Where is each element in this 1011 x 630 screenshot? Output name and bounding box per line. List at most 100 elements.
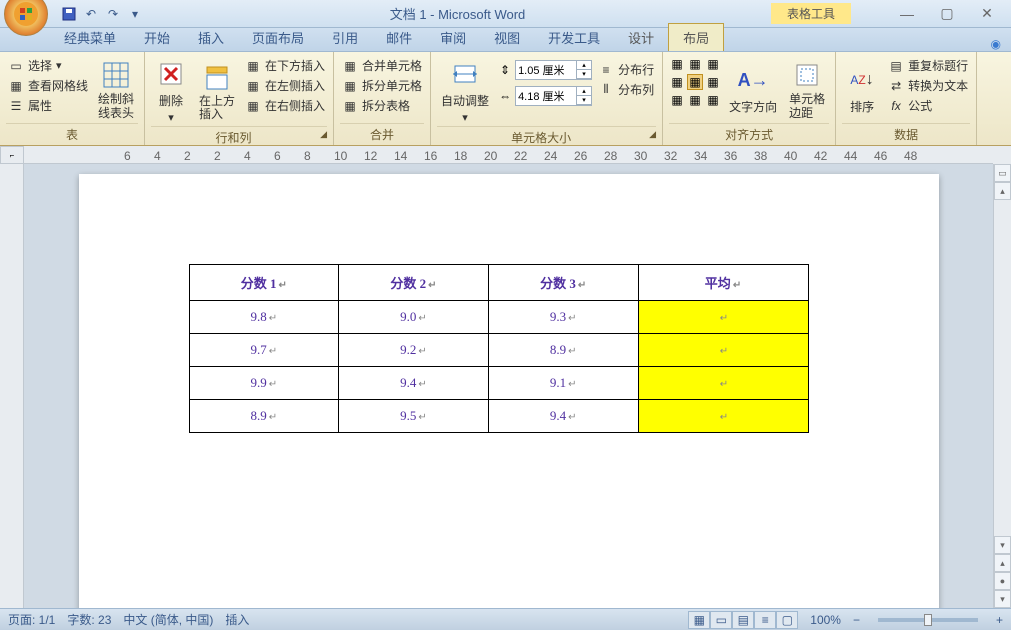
ruler-corner[interactable]: ⌐: [0, 146, 24, 164]
outline-view-icon[interactable]: ≡: [754, 611, 776, 629]
table-cell[interactable]: ↵: [638, 400, 808, 433]
language[interactable]: 中文 (简体, 中国): [123, 611, 213, 628]
width-up[interactable]: ▴: [577, 87, 591, 96]
browse-object-icon[interactable]: ●: [994, 572, 1011, 590]
page-count[interactable]: 页面: 1/1: [8, 611, 55, 628]
minimize-button[interactable]: —: [891, 4, 923, 24]
tab-review[interactable]: 审阅: [426, 24, 480, 51]
vertical-scrollbar[interactable]: ▭ ▴ ▾ ▴ ● ▾: [993, 164, 1011, 608]
scroll-down-icon[interactable]: ▾: [994, 536, 1011, 554]
maximize-button[interactable]: ▢: [931, 4, 963, 24]
align-tr-icon[interactable]: ▦: [705, 56, 721, 72]
table-cell[interactable]: 9.4↵: [488, 400, 638, 433]
zoom-level[interactable]: 100%: [810, 613, 841, 627]
cell-margins-button[interactable]: 单元格边距: [785, 56, 829, 123]
table-header[interactable]: 分数 1↵: [189, 265, 339, 301]
cell-size-launcher[interactable]: ◢: [649, 129, 656, 140]
convert-button[interactable]: ⇄转换为文本: [886, 76, 970, 95]
col-width-input[interactable]: ▴▾: [515, 86, 592, 106]
horizontal-ruler[interactable]: 6422468101214161820222426283032343638404…: [24, 146, 993, 164]
tab-design[interactable]: 设计: [614, 24, 668, 51]
tab-insert[interactable]: 插入: [184, 24, 238, 51]
distribute-rows-button[interactable]: ≡分布行: [596, 60, 656, 79]
help-icon[interactable]: ◉: [991, 37, 1001, 51]
align-mc-icon[interactable]: ▦: [687, 74, 703, 90]
draft-view-icon[interactable]: ▢: [776, 611, 798, 629]
table-cell[interactable]: 8.9↵: [189, 400, 339, 433]
draw-diagonal-button[interactable]: 绘制斜线表头: [94, 56, 138, 123]
table-row[interactable]: 8.9↵9.5↵9.4↵↵: [189, 400, 808, 433]
align-tl-icon[interactable]: ▦: [669, 56, 685, 72]
tab-mailings[interactable]: 邮件: [372, 24, 426, 51]
view-gridlines-button[interactable]: ▦查看网格线: [6, 76, 90, 95]
zoom-out-button[interactable]: −: [853, 613, 860, 627]
delete-button[interactable]: 删除▾: [151, 56, 191, 126]
merge-cells-button[interactable]: ▦合并单元格: [340, 56, 424, 75]
word-count[interactable]: 字数: 23: [67, 611, 111, 628]
insert-mode[interactable]: 插入: [225, 611, 249, 628]
split-cells-button[interactable]: ▦拆分单元格: [340, 76, 424, 95]
table-row[interactable]: 9.8↵9.0↵9.3↵↵: [189, 301, 808, 334]
tab-layout[interactable]: 布局: [668, 23, 724, 51]
save-icon[interactable]: [60, 5, 78, 23]
align-tc-icon[interactable]: ▦: [687, 56, 703, 72]
zoom-thumb[interactable]: [924, 614, 932, 626]
tab-view[interactable]: 视图: [480, 24, 534, 51]
table-row[interactable]: 9.7↵9.2↵8.9↵↵: [189, 334, 808, 367]
select-button[interactable]: ▭选择 ▾: [6, 56, 90, 75]
autofit-button[interactable]: 自动调整▾: [437, 56, 493, 126]
table-cell[interactable]: ↵: [638, 367, 808, 400]
text-direction-button[interactable]: A→ 文字方向: [725, 56, 781, 123]
table-cell[interactable]: 9.9↵: [189, 367, 339, 400]
vertical-ruler[interactable]: [0, 164, 24, 608]
table-cell[interactable]: ↵: [638, 334, 808, 367]
rows-cols-launcher[interactable]: ◢: [320, 129, 327, 140]
distribute-cols-button[interactable]: ⦀分布列: [596, 80, 656, 99]
undo-icon[interactable]: ↶: [82, 5, 100, 23]
insert-right-button[interactable]: ▦在右侧插入: [243, 96, 327, 115]
table-cell[interactable]: 9.7↵: [189, 334, 339, 367]
row-height-input[interactable]: ▴▾: [515, 60, 592, 80]
document-table[interactable]: 分数 1↵分数 2↵分数 3↵平均↵ 9.8↵9.0↵9.3↵↵9.7↵9.2↵…: [189, 264, 809, 433]
table-cell[interactable]: 9.2↵: [339, 334, 489, 367]
scroll-track[interactable]: [994, 200, 1011, 536]
table-row[interactable]: 9.9↵9.4↵9.1↵↵: [189, 367, 808, 400]
print-layout-view-icon[interactable]: ▦: [688, 611, 710, 629]
table-cell[interactable]: 9.0↵: [339, 301, 489, 334]
tab-classic[interactable]: 经典菜单: [50, 24, 130, 51]
next-page-icon[interactable]: ▾: [994, 590, 1011, 608]
table-cell[interactable]: 8.9↵: [488, 334, 638, 367]
table-cell[interactable]: 9.8↵: [189, 301, 339, 334]
align-mr-icon[interactable]: ▦: [705, 74, 721, 90]
properties-button[interactable]: ☰属性: [6, 96, 90, 115]
table-cell[interactable]: 9.1↵: [488, 367, 638, 400]
table-cell[interactable]: ↵: [638, 301, 808, 334]
tab-references[interactable]: 引用: [318, 24, 372, 51]
table-header[interactable]: 分数 2↵: [339, 265, 489, 301]
sort-button[interactable]: AZ↓ 排序: [842, 56, 882, 123]
fullscreen-view-icon[interactable]: ▭: [710, 611, 732, 629]
close-button[interactable]: ✕: [971, 4, 1003, 24]
tab-developer[interactable]: 开发工具: [534, 24, 614, 51]
tab-home[interactable]: 开始: [130, 24, 184, 51]
insert-left-button[interactable]: ▦在左侧插入: [243, 76, 327, 95]
align-bc-icon[interactable]: ▦: [687, 92, 703, 108]
zoom-slider[interactable]: [878, 618, 978, 622]
insert-above-button[interactable]: 在上方插入: [195, 56, 239, 126]
align-br-icon[interactable]: ▦: [705, 92, 721, 108]
insert-below-button[interactable]: ▦在下方插入: [243, 56, 327, 75]
split-table-button[interactable]: ▦拆分表格: [340, 96, 424, 115]
qat-dropdown-icon[interactable]: ▾: [126, 5, 144, 23]
align-bl-icon[interactable]: ▦: [669, 92, 685, 108]
height-down[interactable]: ▾: [577, 70, 591, 79]
height-up[interactable]: ▴: [577, 61, 591, 70]
prev-page-icon[interactable]: ▴: [994, 554, 1011, 572]
table-cell[interactable]: 9.5↵: [339, 400, 489, 433]
ruler-toggle-icon[interactable]: ▭: [994, 164, 1011, 182]
table-cell[interactable]: 9.4↵: [339, 367, 489, 400]
document-area[interactable]: 分数 1↵分数 2↵分数 3↵平均↵ 9.8↵9.0↵9.3↵↵9.7↵9.2↵…: [24, 164, 993, 608]
formula-button[interactable]: fx公式: [886, 96, 970, 115]
table-header[interactable]: 分数 3↵: [488, 265, 638, 301]
align-ml-icon[interactable]: ▦: [669, 74, 685, 90]
width-down[interactable]: ▾: [577, 96, 591, 105]
